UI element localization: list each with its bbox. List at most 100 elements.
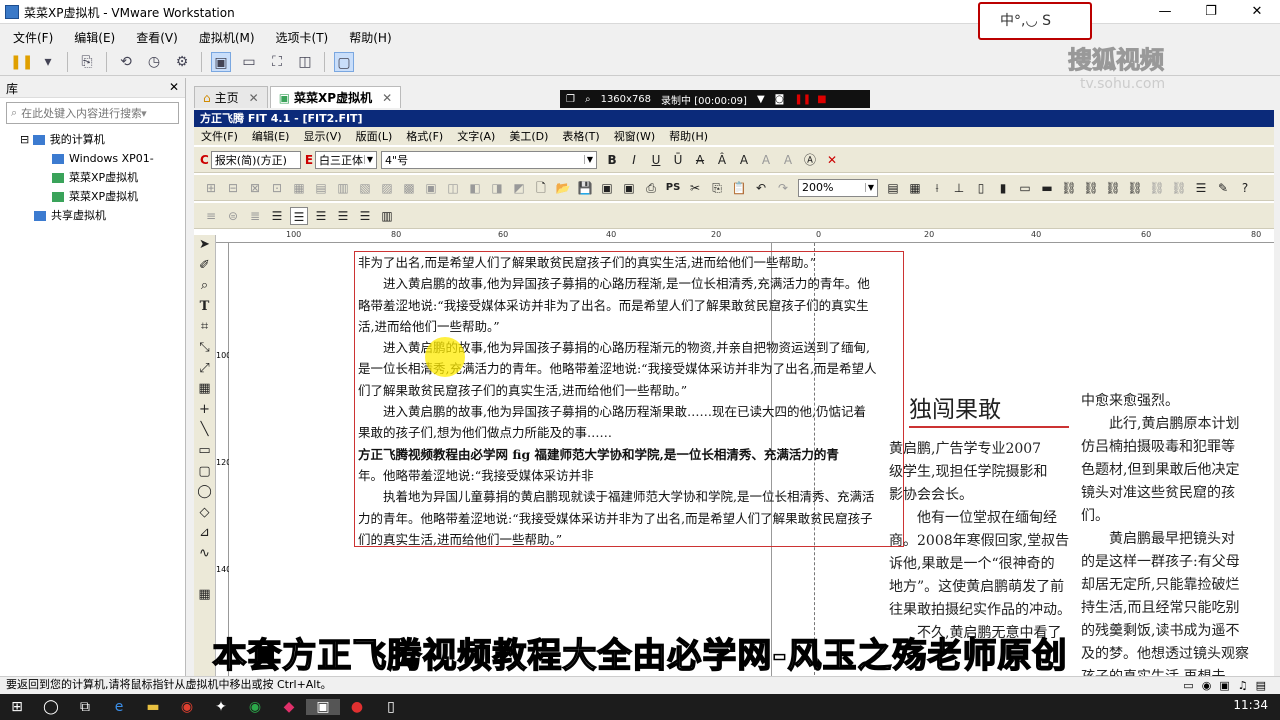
app-icon[interactable]: ◆ xyxy=(272,699,306,715)
text-tool-icon[interactable]: T xyxy=(194,297,215,318)
chain-icon[interactable]: ⛓ xyxy=(1060,179,1078,197)
superscript-icon[interactable]: Â xyxy=(713,151,731,169)
device-icon[interactable]: ▤ xyxy=(1256,678,1266,694)
align-icon[interactable]: ≣ xyxy=(246,207,264,225)
device-icon[interactable]: ♫ xyxy=(1238,678,1248,694)
chain-icon[interactable]: ⛓ xyxy=(1126,179,1144,197)
recorder-window-icon[interactable]: ❐ xyxy=(566,94,575,105)
english-font-select[interactable]: 白三正体 ▼ xyxy=(315,150,378,169)
fit-menu-edit[interactable]: 编辑(E) xyxy=(252,128,290,144)
print-icon[interactable]: ⎙ xyxy=(642,179,660,197)
rounded-rect-tool-icon[interactable]: ▢ xyxy=(194,462,215,483)
tab-caicai-vm[interactable]: ▣ 菜菜XP虚拟机 ✕ xyxy=(269,86,402,108)
bold-icon[interactable]: B xyxy=(603,151,621,169)
tab-close-icon[interactable]: ✕ xyxy=(249,91,259,105)
menu-file[interactable]: 文件(F) xyxy=(13,29,53,46)
chinese-font-select[interactable]: 报宋(简)(方正) xyxy=(210,150,301,169)
chrome-icon[interactable]: ◉ xyxy=(170,699,204,715)
revert-icon[interactable]: ◷ xyxy=(144,52,164,72)
object-icon[interactable]: ▧ xyxy=(356,179,374,197)
image-icon[interactable]: ▣ xyxy=(598,179,616,197)
align-right-icon[interactable]: ☰ xyxy=(334,207,352,225)
subselect-tool-icon[interactable]: ✐ xyxy=(194,256,215,277)
tab-close-icon[interactable]: ✕ xyxy=(382,91,392,105)
object-icon[interactable]: ⊠ xyxy=(246,179,264,197)
menu-edit[interactable]: 编辑(E) xyxy=(74,29,115,46)
cut-icon[interactable]: ✂ xyxy=(686,179,704,197)
fit-menu-window[interactable]: 视窗(W) xyxy=(614,128,655,144)
menu-vm[interactable]: 虚拟机(M) xyxy=(199,29,255,46)
menu-view[interactable]: 查看(V) xyxy=(136,29,178,46)
distribute-icon[interactable]: ▥ xyxy=(378,207,396,225)
search-dropdown-icon[interactable]: ▾ xyxy=(141,107,147,120)
link-tool-icon[interactable]: ⤡ xyxy=(194,338,215,359)
italic-icon[interactable]: I xyxy=(625,151,643,169)
library-search-input[interactable] xyxy=(21,106,142,120)
object-icon[interactable]: ▤ xyxy=(312,179,330,197)
object-icon[interactable]: ▦ xyxy=(290,179,308,197)
maximize-button[interactable]: ❐ xyxy=(1188,1,1234,23)
edge-icon[interactable]: e xyxy=(102,699,136,715)
tab-home[interactable]: ⌂ 主页 ✕ xyxy=(194,86,268,108)
layout-icon[interactable]: ▤ xyxy=(884,179,902,197)
tree-expander[interactable]: ⊟ xyxy=(20,133,29,146)
stretch-icon[interactable]: ▢ xyxy=(334,51,354,72)
grow-font-icon[interactable]: A xyxy=(735,151,753,169)
device-icon[interactable]: ▣ xyxy=(1219,678,1229,694)
tree-item-shared-vms[interactable]: 共享虚拟机 xyxy=(0,206,185,225)
align-left-icon[interactable]: ☰ xyxy=(268,207,286,225)
recorder-pause-icon[interactable]: ❚❚ xyxy=(794,94,811,105)
clear-format-icon[interactable]: ✕ xyxy=(823,151,841,169)
redo-icon[interactable]: ↷ xyxy=(774,179,792,197)
font-size-select[interactable]: 4"号 ▼ xyxy=(381,150,598,169)
new-file-icon[interactable]: 🗋 xyxy=(532,179,550,197)
view-icon[interactable]: ▮ xyxy=(994,179,1012,197)
library-search-box[interactable]: ⌕ ▾ xyxy=(6,102,179,124)
fit-menu-help[interactable]: 帮助(H) xyxy=(669,128,708,144)
align-center-icon[interactable]: ☰ xyxy=(290,206,308,225)
ps-output-icon[interactable]: PS xyxy=(664,179,682,197)
snapshot-icon[interactable]: ⟲ xyxy=(116,52,136,72)
undo-icon[interactable]: ↶ xyxy=(752,179,770,197)
start-icon[interactable]: ⊞ xyxy=(0,699,34,715)
tree-item-caicai-vm-2[interactable]: 菜菜XP虚拟机 xyxy=(0,187,185,206)
pointer-tool-icon[interactable]: ➤ xyxy=(194,235,215,256)
object-icon[interactable]: ▣ xyxy=(422,179,440,197)
device-icon[interactable]: ◉ xyxy=(1202,678,1212,694)
network-icon[interactable]: ⎘ xyxy=(77,52,97,72)
console-view-icon[interactable]: ▭ xyxy=(239,52,259,72)
crop-tool-icon[interactable]: ⌗ xyxy=(194,317,215,338)
properties-icon[interactable]: ☰ xyxy=(1192,179,1210,197)
snapshot-manager-icon[interactable]: ⚙ xyxy=(172,52,192,72)
paste-icon[interactable]: 📋 xyxy=(730,179,748,197)
recorder-camera-icon[interactable]: ◙ xyxy=(775,94,785,105)
fit-menu-file[interactable]: 文件(F) xyxy=(201,128,238,144)
object-icon[interactable]: ⊡ xyxy=(268,179,286,197)
object-icon[interactable]: ▩ xyxy=(400,179,418,197)
copy-icon[interactable]: ⎘ xyxy=(708,179,726,197)
device-icon[interactable]: ▭ xyxy=(1183,678,1193,694)
fit-menu-view[interactable]: 显示(V) xyxy=(303,128,341,144)
chain-icon[interactable]: ⛓ xyxy=(1104,179,1122,197)
fit-menu-format[interactable]: 格式(F) xyxy=(406,128,443,144)
pause-icon[interactable]: ❚❚ xyxy=(10,52,33,72)
view-icon[interactable]: ▬ xyxy=(1038,179,1056,197)
image-icon[interactable]: ▣ xyxy=(620,179,638,197)
object-icon[interactable]: ◨ xyxy=(488,179,506,197)
zoom-tool-icon[interactable]: ⌕ xyxy=(194,276,215,297)
fit-menu-art[interactable]: 美工(D) xyxy=(509,128,548,144)
justify-icon[interactable]: ☰ xyxy=(356,207,374,225)
fit-menu-text[interactable]: 文字(A) xyxy=(457,128,495,144)
minimize-button[interactable]: — xyxy=(1142,1,1188,23)
task-view-icon[interactable]: ⧉ xyxy=(68,699,102,715)
object-icon[interactable]: ⊞ xyxy=(202,179,220,197)
align-icon[interactable]: ≡ xyxy=(202,207,220,225)
tree-item-caicai-vm[interactable]: 菜菜XP虚拟机 xyxy=(0,168,185,187)
align-icon[interactable]: ⊜ xyxy=(224,207,242,225)
diamond-tool-icon[interactable]: ◇ xyxy=(194,503,215,524)
tree-item-my-computer[interactable]: ⊟ 我的计算机 xyxy=(0,130,185,149)
grid-icon[interactable]: ▦ xyxy=(906,179,924,197)
line-tool-icon[interactable]: ╲ xyxy=(194,420,215,441)
view-icon[interactable]: ▯ xyxy=(972,179,990,197)
guide-icon[interactable]: ⊥ xyxy=(950,179,968,197)
